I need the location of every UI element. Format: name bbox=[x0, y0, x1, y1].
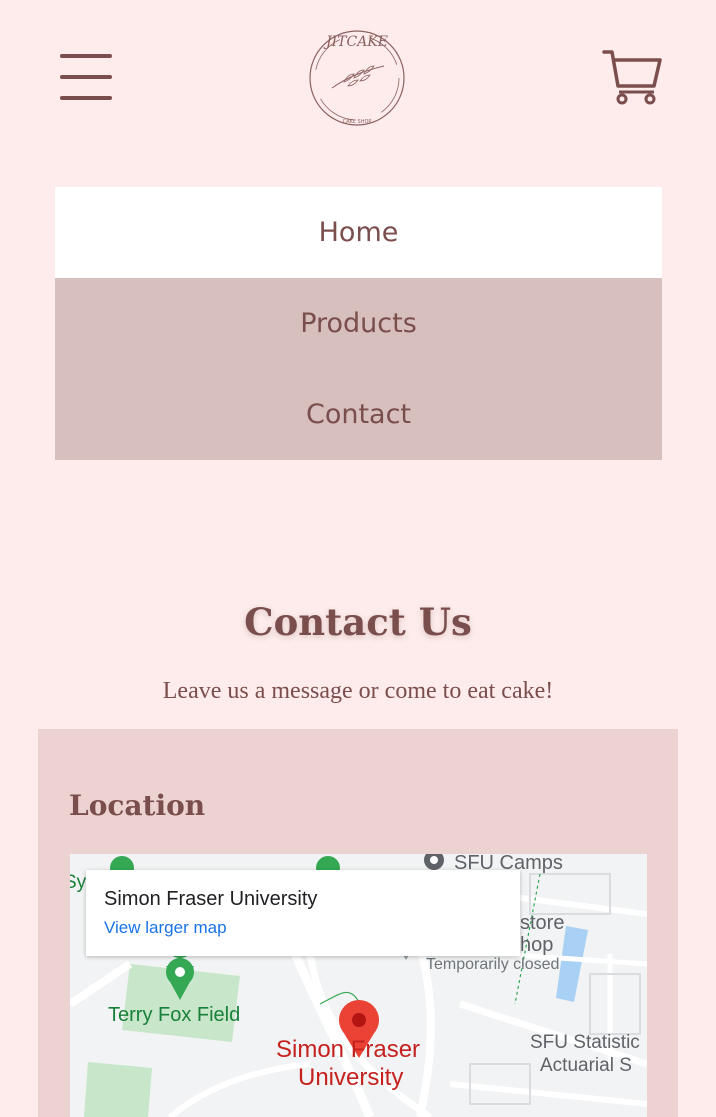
hamburger-menu-icon[interactable] bbox=[60, 54, 112, 100]
contact-subtitle: Leave us a message or come to eat cake! bbox=[162, 678, 554, 704]
location-title: Location bbox=[69, 789, 206, 822]
map-label-sfu-stat-line2: Actuarial S bbox=[540, 1055, 632, 1076]
contact-title: Contact Us bbox=[244, 600, 472, 644]
logo-text: JITCAKE bbox=[323, 34, 388, 50]
shopping-cart-icon[interactable] bbox=[600, 46, 662, 108]
nav-item-contact[interactable]: Contact bbox=[55, 369, 662, 460]
map-label-store: store bbox=[520, 912, 565, 934]
hamburger-line bbox=[60, 54, 112, 58]
location-card: Location Sy SFU Camps store hop Temporar… bbox=[38, 729, 678, 1117]
main-nav-menu: Home Products Contact bbox=[55, 187, 662, 460]
embedded-map[interactable]: Sy SFU Camps store hop Temporarily close… bbox=[70, 854, 647, 1117]
nav-item-products[interactable]: Products bbox=[55, 278, 662, 369]
map-label-sy: Sy bbox=[70, 872, 87, 893]
map-label-sfu-main-line1: Simon Fraser bbox=[276, 1036, 421, 1063]
nav-item-home[interactable]: Home bbox=[55, 187, 662, 278]
map-info-card: Simon Fraser University View larger map bbox=[86, 870, 520, 956]
view-larger-map-link[interactable]: View larger map bbox=[104, 918, 227, 938]
map-label-sfu-main-line2: University bbox=[298, 1064, 404, 1091]
site-header: JITCAKE CAKE SHOP bbox=[0, 0, 716, 160]
map-label-temporarily-closed: Temporarily closed bbox=[426, 956, 560, 973]
logo-icon[interactable]: JITCAKE CAKE SHOP bbox=[304, 26, 410, 130]
logo-subtext: CAKE SHOP bbox=[343, 119, 372, 125]
map-place-name: Simon Fraser University bbox=[104, 888, 318, 910]
hamburger-line bbox=[60, 96, 112, 100]
map-label-hop: hop bbox=[520, 934, 554, 956]
hamburger-line bbox=[60, 75, 112, 79]
map-label-terry-fox-field: Terry Fox Field bbox=[108, 1004, 241, 1026]
map-label-sfu-stat-line1: SFU Statistic bbox=[530, 1032, 640, 1053]
